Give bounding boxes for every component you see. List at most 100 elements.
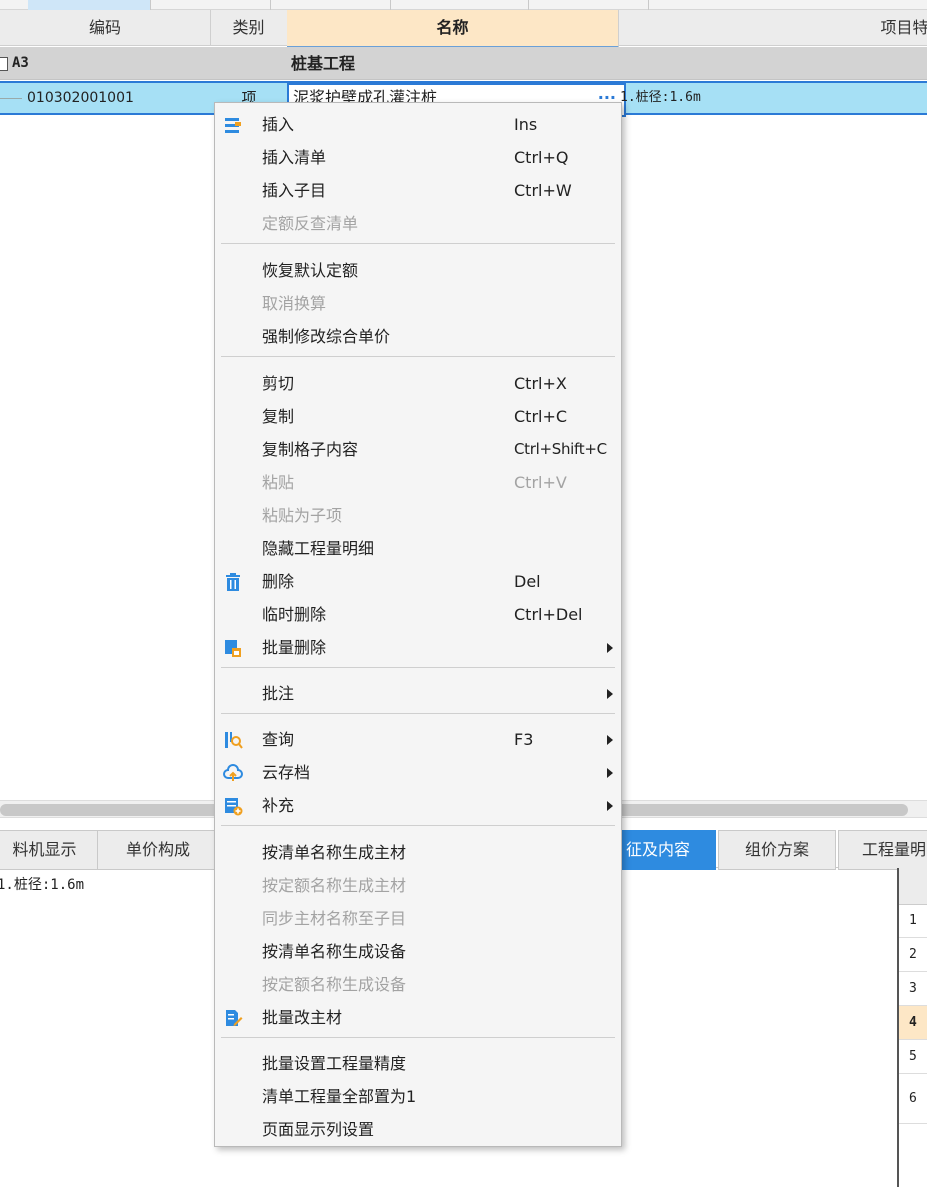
row-code[interactable]: 010302001001 <box>27 83 134 113</box>
batch-delete-icon <box>225 640 241 657</box>
menu-item-paste: 粘贴 Ctrl+V <box>215 466 621 499</box>
supplement-icon <box>225 798 243 816</box>
menu-item-cancel-conversion: 取消换算 <box>215 287 621 320</box>
menu-shortcut: Del <box>514 572 541 591</box>
menu-label: 清单工程量全部置为1 <box>262 1087 417 1106</box>
menu-label: 按定额名称生成设备 <box>262 975 407 994</box>
row-number[interactable]: 5 <box>899 1040 927 1074</box>
menu-item-insert-list[interactable]: 插入清单 Ctrl+Q <box>215 141 621 174</box>
menu-shortcut: Ctrl+Shift+C <box>514 440 607 458</box>
menu-label: 按定额名称生成主材 <box>262 876 407 895</box>
top-tab-active[interactable] <box>28 0 151 10</box>
menu-shortcut: F3 <box>514 730 534 749</box>
menu-item-annotation[interactable]: 批注 <box>215 677 621 710</box>
grid-header <box>899 868 927 905</box>
menu-item-quota-reverse: 定额反查清单 <box>215 207 621 240</box>
menu-item-gen-equipment-by-quota: 按定额名称生成设备 <box>215 968 621 1001</box>
menu-label: 插入子目 <box>262 181 327 200</box>
menu-label: 临时删除 <box>262 605 327 624</box>
submenu-arrow-icon <box>607 801 613 811</box>
menu-item-delete[interactable]: 删除 Del <box>215 565 621 598</box>
menu-item-batch-precision[interactable]: 批量设置工程量精度 <box>215 1047 621 1080</box>
query-icon <box>225 732 243 749</box>
header-type[interactable]: 类别 <box>210 10 288 46</box>
menu-item-batch-delete[interactable]: 批量删除 <box>215 631 621 664</box>
row-number-selected[interactable]: 4 <box>899 1006 927 1040</box>
menu-item-query[interactable]: 查询 F3 <box>215 723 621 756</box>
row-number[interactable]: 3 <box>899 972 927 1006</box>
menu-label: 插入 <box>262 115 295 134</box>
group-row[interactable]: A3 桩基工程 <box>0 47 927 80</box>
top-tab[interactable] <box>270 0 391 10</box>
top-tab[interactable] <box>528 0 649 10</box>
cloud-upload-icon <box>223 764 243 781</box>
row-number-grid: 1 2 3 4 5 6 <box>897 868 927 1187</box>
menu-label: 强制修改综合单价 <box>262 327 391 346</box>
menu-label: 页面显示列设置 <box>262 1120 375 1139</box>
top-tab[interactable] <box>0 0 29 10</box>
menu-label: 定额反查清单 <box>262 214 359 233</box>
group-code: A3 <box>12 55 29 71</box>
batch-edit-icon <box>226 1010 243 1026</box>
menu-item-insert[interactable]: 插入 Ins <box>215 108 621 141</box>
menu-separator <box>221 713 615 714</box>
header-name[interactable]: 名称 <box>287 10 619 49</box>
header-code[interactable]: 编码 <box>0 10 211 46</box>
menu-item-set-quantity-one[interactable]: 清单工程量全部置为1 <box>215 1080 621 1113</box>
menu-item-temp-delete[interactable]: 临时删除 Ctrl+Del <box>215 598 621 631</box>
menu-label: 补充 <box>262 796 295 815</box>
top-tab[interactable] <box>390 0 529 10</box>
row-number[interactable]: 2 <box>899 938 927 972</box>
header-feature[interactable]: 项目特征 <box>618 10 927 46</box>
menu-shortcut: Ctrl+Del <box>514 605 583 624</box>
menu-separator <box>221 825 615 826</box>
submenu-arrow-icon <box>607 735 613 745</box>
menu-label: 云存档 <box>262 763 311 782</box>
menu-label: 按清单名称生成设备 <box>262 942 407 961</box>
menu-item-column-settings[interactable]: 页面显示列设置 <box>215 1113 621 1146</box>
menu-item-gen-equipment-by-list[interactable]: 按清单名称生成设备 <box>215 935 621 968</box>
top-tab[interactable] <box>150 0 271 10</box>
row-number[interactable]: 1 <box>899 904 927 938</box>
menu-item-restore-default[interactable]: 恢复默认定额 <box>215 254 621 287</box>
menu-label: 恢复默认定额 <box>262 261 359 280</box>
menu-separator <box>221 1037 615 1038</box>
trash-icon <box>226 573 240 591</box>
menu-item-hide-quantity-detail[interactable]: 隐藏工程量明细 <box>215 532 621 565</box>
menu-shortcut: Ctrl+Q <box>514 148 569 167</box>
menu-label: 同步主材名称至子目 <box>262 909 407 928</box>
menu-item-cloud-archive[interactable]: 云存档 <box>215 756 621 789</box>
menu-label: 复制格子内容 <box>262 440 359 459</box>
menu-label: 查询 <box>262 730 295 749</box>
menu-separator <box>221 356 615 357</box>
row-number[interactable]: 6 <box>899 1074 927 1124</box>
menu-label: 按清单名称生成主材 <box>262 843 407 862</box>
tab-unit-price[interactable]: 单价构成 <box>97 830 219 870</box>
menu-item-supplement[interactable]: 补充 <box>215 789 621 822</box>
menu-item-force-edit-price[interactable]: 强制修改综合单价 <box>215 320 621 353</box>
menu-item-gen-main-material-by-list[interactable]: 按清单名称生成主材 <box>215 836 621 869</box>
menu-label: 批量设置工程量精度 <box>262 1054 407 1073</box>
table-header: 编码 类别 名称 项目特征 <box>0 10 927 49</box>
feature-text[interactable]: 1.桩径:1.6m <box>0 874 84 894</box>
tree-line <box>0 98 22 99</box>
menu-item-copy[interactable]: 复制 Ctrl+C <box>215 400 621 433</box>
menu-shortcut: Ctrl+V <box>514 473 567 492</box>
context-menu: 插入 Ins 插入清单 Ctrl+Q 插入子目 Ctrl+W 定额反查清单 恢复… <box>214 102 622 1147</box>
menu-item-copy-cell[interactable]: 复制格子内容 Ctrl+Shift+C <box>215 433 621 466</box>
menu-shortcut: Ctrl+X <box>514 374 567 393</box>
menu-item-paste-as-child: 粘贴为子项 <box>215 499 621 532</box>
tab-material-display[interactable]: 料机显示 <box>0 830 99 870</box>
tab-quantity-detail[interactable]: 工程量明 <box>838 830 927 870</box>
menu-label: 批量删除 <box>262 638 327 657</box>
tab-pricing-plan[interactable]: 组价方案 <box>718 830 836 870</box>
menu-label: 取消换算 <box>262 294 327 313</box>
menu-label: 隐藏工程量明细 <box>262 539 375 558</box>
row-feature[interactable]: 1.桩径:1.6m <box>620 83 701 113</box>
menu-item-insert-subitem[interactable]: 插入子目 Ctrl+W <box>215 174 621 207</box>
menu-label: 批量改主材 <box>262 1008 343 1027</box>
menu-item-batch-edit-main-material[interactable]: 批量改主材 <box>215 1001 621 1034</box>
menu-item-cut[interactable]: 剪切 Ctrl+X <box>215 367 621 400</box>
menu-separator <box>221 243 615 244</box>
menu-label: 剪切 <box>262 374 295 393</box>
